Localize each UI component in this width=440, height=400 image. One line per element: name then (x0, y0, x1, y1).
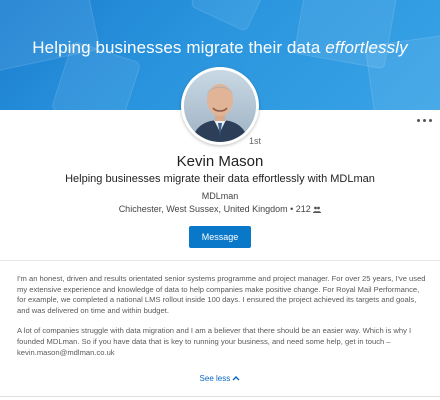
more-horizontal-icon[interactable] (415, 116, 435, 126)
profile-headline: Helping businesses migrate their data ef… (65, 173, 375, 185)
see-less-label: See less (199, 374, 231, 383)
profile-company[interactable]: MDLman (0, 191, 440, 201)
banner-tagline-main: Helping businesses migrate their data (32, 38, 326, 57)
profile-summary: I'm an honest, driven and results orient… (17, 274, 427, 368)
profile-location-line: Chichester, West Sussex, United Kingdom … (0, 204, 440, 214)
banner-tagline: Helping businesses migrate their data ef… (0, 38, 440, 58)
divider (0, 396, 440, 397)
people-icon (313, 205, 322, 213)
avatar[interactable] (181, 67, 259, 145)
connections-count[interactable]: 212 (296, 204, 311, 214)
summary-paragraph: I'm an honest, driven and results orient… (17, 274, 426, 315)
chevron-up-icon (232, 376, 240, 381)
banner-decoration (189, 0, 273, 33)
summary-paragraph: A lot of companies struggle with data mi… (17, 326, 412, 357)
connection-degree-badge: 1st (249, 136, 262, 146)
see-less-toggle[interactable]: See less (0, 374, 440, 383)
profile-name: Kevin Mason (176, 153, 264, 170)
divider (0, 260, 440, 261)
message-button[interactable]: Message (189, 226, 251, 248)
person-photo-icon (184, 70, 256, 142)
profile-location: Chichester, West Sussex, United Kingdom (118, 204, 288, 214)
banner-tagline-emphasis: effortlessly (325, 38, 408, 57)
separator-dot: • (287, 204, 296, 214)
